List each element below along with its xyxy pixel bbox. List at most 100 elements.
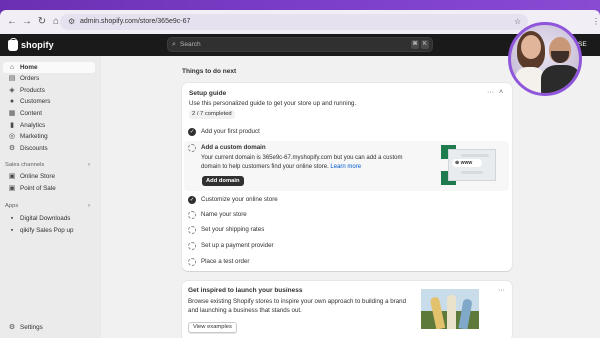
sidebar-item-analytics[interactable]: ▮ Analytics	[3, 120, 95, 131]
store-icon: ▣	[8, 172, 16, 180]
image-surfboard	[447, 295, 456, 329]
task-item[interactable]: Set up a payment provider	[188, 241, 274, 251]
sidebar-item-label: Customers	[20, 97, 51, 105]
shortcut-key-cmd: ⌘	[411, 40, 419, 49]
sidebar-item-label: Home	[20, 63, 38, 71]
task-label: Add a custom domain	[201, 144, 266, 151]
sidebar-item-label: qikify Sales Pop up	[20, 226, 74, 234]
home-icon: ⌂	[9, 63, 15, 71]
sidebar-item-online-store[interactable]: ▣ Online Store	[3, 171, 95, 182]
sidebar-item-label: Analytics	[20, 121, 46, 129]
tag-icon: ◈	[9, 86, 15, 94]
sidebar-item-point-of-sale[interactable]: ▣ Point of Sale	[3, 183, 95, 194]
sidebar-item-label: Online Store	[20, 172, 56, 180]
www-text: www	[460, 160, 473, 166]
task-item[interactable]: ✓ Add your first product	[188, 127, 260, 137]
sidebar-item-home[interactable]: ⌂ Home	[3, 62, 95, 73]
learn-more-link[interactable]: Learn more	[330, 164, 361, 170]
shortcut-key-k: K	[421, 40, 429, 49]
chevron-right-icon[interactable]: ›	[88, 202, 90, 211]
domain-illustration: ⊕ www	[441, 145, 499, 185]
app-icon: ▪	[10, 214, 14, 222]
empty-circle-icon[interactable]	[188, 242, 196, 250]
setup-guide-title: Setup guide	[189, 90, 227, 97]
shopify-logo[interactable]: shopify	[8, 37, 54, 52]
search-input[interactable]	[167, 37, 433, 52]
task-label: Set your shipping rates	[201, 226, 265, 233]
task-item[interactable]: Set your shipping rates	[188, 225, 264, 235]
empty-circle-icon[interactable]	[188, 258, 196, 266]
bookmark-star-icon[interactable]: ☆	[514, 16, 521, 28]
chevron-up-icon[interactable]: ˄	[499, 88, 503, 97]
task-label: Customize your online store	[201, 196, 278, 203]
browser-menu-icon[interactable]: ⋮	[592, 16, 600, 28]
task-label: Name your store	[201, 211, 247, 218]
progress-badge: 2 / 7 completed	[189, 110, 235, 119]
task-label: Place a test order	[201, 258, 250, 265]
orders-icon: ▤	[8, 74, 16, 82]
webcam-overlay	[508, 22, 582, 96]
page-title: Things to do next	[182, 68, 237, 75]
more-options-icon[interactable]: ···	[498, 286, 505, 295]
get-inspired-description: Browse existing Shopify stores to inspir…	[188, 298, 407, 314]
app-icon: ▪	[10, 226, 14, 234]
pos-icon: ▣	[8, 184, 16, 192]
search-placeholder: Search	[180, 41, 201, 48]
gear-icon: ⚙	[8, 323, 16, 331]
domain-description-text: Your current domain is 365e9c-67.myshopi…	[201, 155, 403, 170]
url-text: admin.shopify.com/store/365e9c-67	[80, 18, 191, 25]
sidebar-item-digital-downloads[interactable]: ▪ Digital Downloads	[3, 213, 95, 224]
view-examples-button[interactable]: View examples	[188, 322, 237, 333]
get-inspired-title: Get inspired to launch your business	[188, 287, 303, 294]
illustration-line	[461, 154, 489, 157]
empty-circle-icon[interactable]	[188, 226, 196, 234]
task-item[interactable]: ✓ Customize your online store	[188, 195, 278, 205]
setup-guide-description: Use this personalized guide to get your …	[189, 100, 357, 107]
add-domain-button[interactable]: Add domain	[202, 176, 244, 186]
chevron-right-icon[interactable]: ›	[88, 161, 90, 170]
sidebar-item-content[interactable]: ▦ Content	[3, 108, 95, 119]
forward-icon[interactable]: →	[21, 16, 33, 28]
sidebar-item-discounts[interactable]: ⚙ Discounts	[3, 143, 95, 154]
back-icon[interactable]: ←	[6, 16, 18, 28]
sidebar-item-settings[interactable]: ⚙ Settings	[3, 322, 95, 333]
site-info-icon[interactable]: ⚙	[68, 16, 75, 28]
www-label: ⊕ www	[452, 159, 482, 167]
check-icon[interactable]: ✓	[188, 128, 196, 136]
sidebar-item-label: Point of Sale	[20, 184, 56, 192]
sidebar-item-qikify[interactable]: ▪ qikify Sales Pop up	[3, 225, 95, 236]
sidebar-item-label: Digital Downloads	[20, 214, 71, 222]
check-icon[interactable]: ✓	[188, 196, 196, 204]
surfboards-image	[421, 289, 479, 329]
task-label: Add your first product	[201, 128, 260, 135]
domain-description: Your current domain is 365e9c-67.myshopi…	[201, 154, 411, 172]
empty-circle-icon[interactable]	[188, 144, 196, 152]
task-label: Set up a payment provider	[201, 242, 274, 249]
task-item[interactable]: Name your store	[188, 210, 247, 220]
task-item[interactable]: Place a test order	[188, 257, 250, 267]
apps-heading[interactable]: Apps	[5, 202, 18, 211]
reload-icon[interactable]: ↻	[36, 16, 48, 28]
illustration-line	[461, 171, 483, 174]
sidebar-item-orders[interactable]: ▤ Orders	[3, 73, 95, 84]
sidebar-item-label: Settings	[20, 323, 43, 331]
brand-name: shopify	[21, 40, 54, 50]
more-options-icon[interactable]: ···	[487, 88, 494, 97]
sidebar-item-label: Marketing	[20, 132, 48, 140]
sidebar-item-label: Discounts	[20, 144, 48, 152]
task-item[interactable]: Add a custom domain	[188, 143, 266, 153]
search-icon: ⌕	[172, 41, 176, 48]
presenter-face	[521, 35, 541, 59]
discount-icon: ⚙	[8, 144, 16, 152]
presenter-body	[541, 65, 579, 93]
illustration-panel: ⊕ www	[448, 149, 496, 181]
sidebar-item-products[interactable]: ◈ Products	[3, 85, 95, 96]
sales-channels-heading[interactable]: Sales channels	[5, 161, 44, 170]
empty-circle-icon[interactable]	[188, 211, 196, 219]
sidebar-item-customers[interactable]: ● Customers	[3, 96, 95, 107]
sidebar-item-label: Orders	[20, 74, 40, 82]
content-icon: ▦	[8, 109, 16, 117]
analytics-icon: ▮	[10, 121, 14, 129]
sidebar-item-marketing[interactable]: ◎ Marketing	[3, 131, 95, 142]
marketing-icon: ◎	[8, 132, 16, 140]
